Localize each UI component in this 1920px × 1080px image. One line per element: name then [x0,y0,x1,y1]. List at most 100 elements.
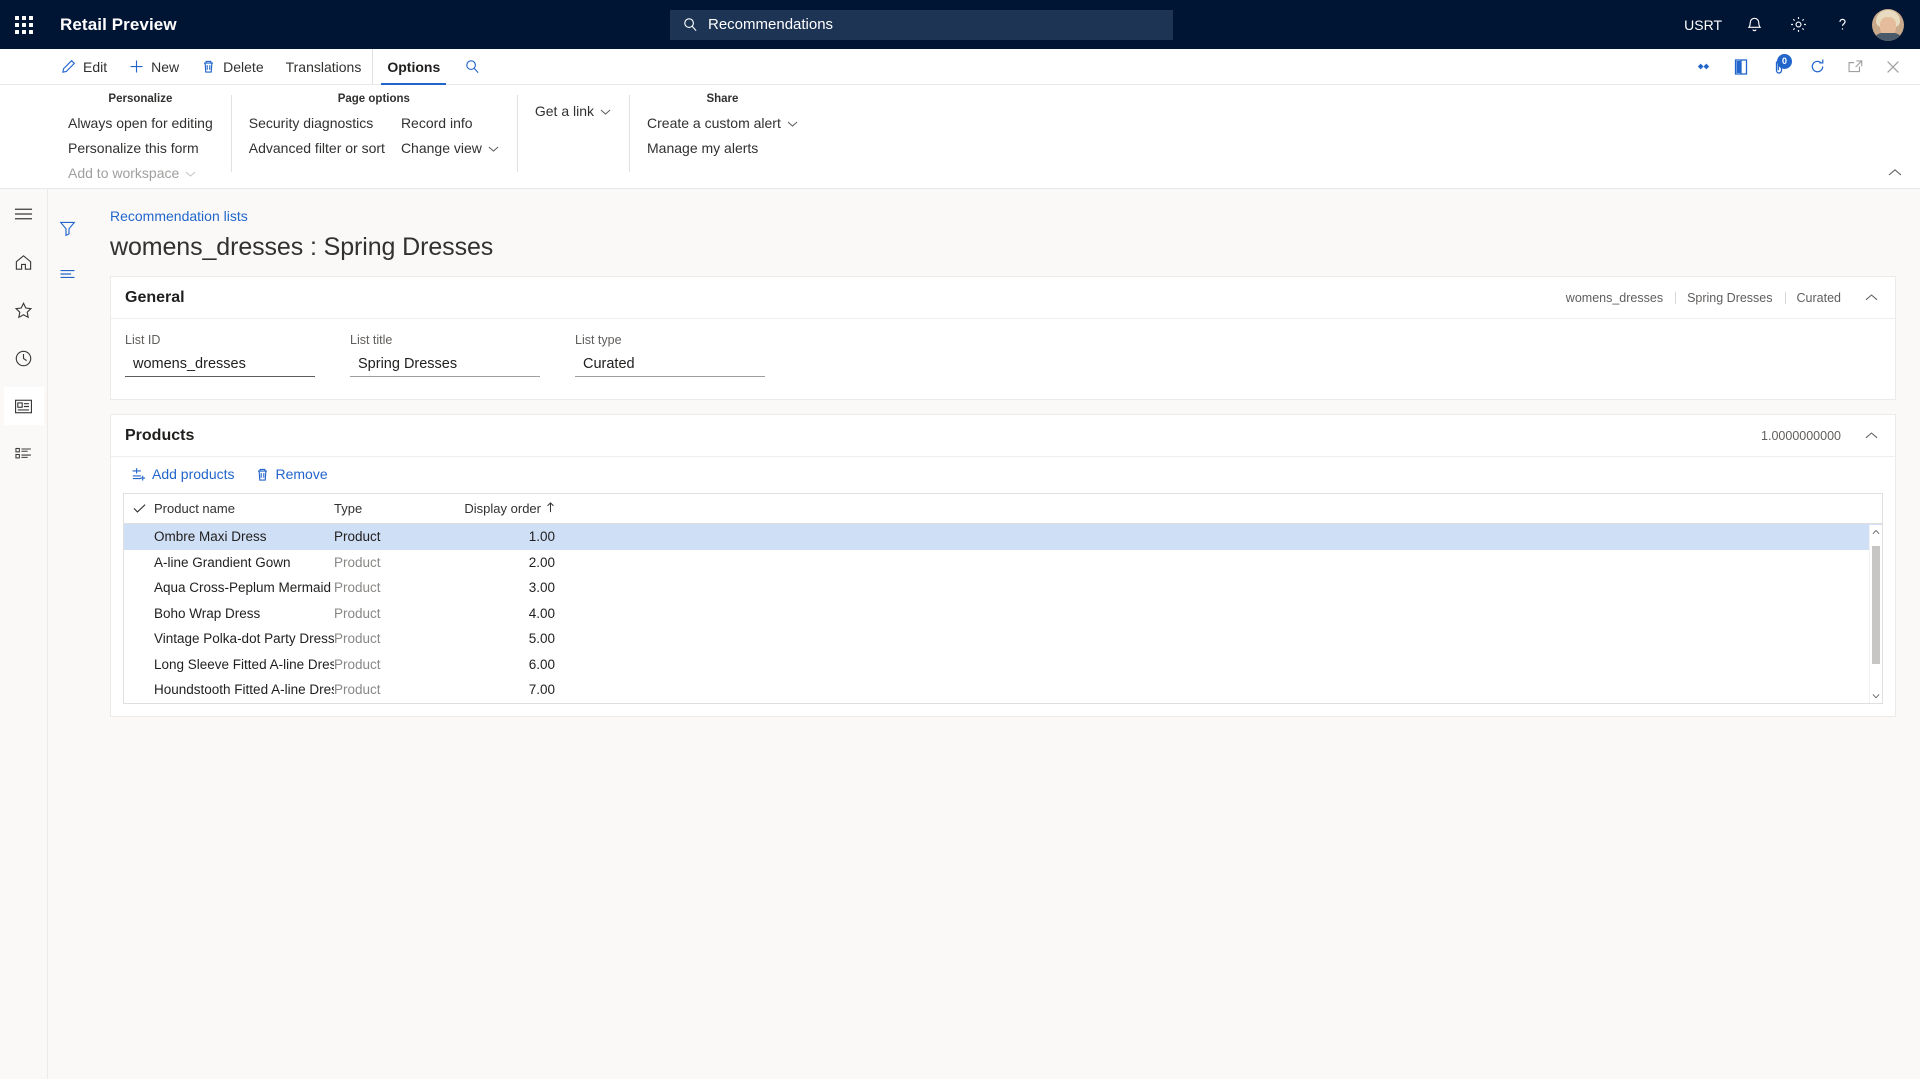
link-label: Advanced filter or sort [248,140,385,156]
attachments-icon[interactable] [1684,49,1722,85]
products-grid-toolbar: Add products Remove [111,457,1895,491]
manage-my-alerts-link[interactable]: Manage my alerts [643,138,802,159]
general-section-header: General womens_dresses Spring Dresses Cu… [111,277,1895,319]
column-header-type[interactable]: Type [334,501,464,516]
app-title: Retail Preview [60,14,177,34]
grid-vertical-scrollbar[interactable] [1869,525,1882,703]
cell-display-order: 3.00 [528,580,555,596]
table-row[interactable]: Boho Wrap Dress Product 4.00 [124,601,1882,627]
products-section-header: Products 1.0000000000 [111,415,1895,457]
cell-product-name: Vintage Polka-dot Party Dress [154,631,334,647]
list-id-label: List ID [125,333,161,347]
scroll-up-chevron-up-icon[interactable] [1870,525,1883,538]
cell-type: Product [334,656,381,672]
cell-product-name: A-line Grandient Gown [154,554,291,570]
remove-label: Remove [275,466,328,482]
favorites-star-icon[interactable] [4,291,44,329]
ribbon-group-title: Share [706,93,739,105]
list-id-input[interactable] [125,352,315,377]
delete-button[interactable]: Delete [190,49,274,85]
home-icon[interactable] [4,243,44,281]
hamburger-menu-icon[interactable] [4,195,44,233]
question-mark-icon[interactable] [1820,0,1864,49]
ribbon-collapse-chevron-up-icon[interactable] [1884,162,1906,182]
table-row[interactable]: Aqua Cross-Peplum Mermaid G... Product 3… [124,575,1882,601]
tab-options[interactable]: Options [372,48,454,85]
table-row[interactable]: Houndstooth Fitted A-line Dress Product … [124,677,1882,703]
related-info-icon[interactable] [53,263,81,285]
table-row[interactable]: Ombre Maxi Dress Product 1.00 [124,524,1882,550]
app-launcher-icon[interactable] [0,0,48,49]
general-collapse-chevron-up-icon[interactable] [1859,286,1883,310]
link-label: Get a link [534,103,595,119]
popout-window-icon[interactable] [1836,49,1874,85]
list-type-label: List type [575,333,622,347]
scrollbar-thumb[interactable] [1872,546,1880,664]
scroll-down-chevron-down-icon[interactable] [1870,690,1883,703]
column-header-display-order[interactable]: Display order [464,501,559,516]
workspaces-icon[interactable] [3,387,44,425]
notes-count-badge: 0 [1777,53,1792,69]
list-title-input[interactable] [350,352,540,377]
ribbon-group-personalize: Personalize Always open for editing Pers… [50,85,231,188]
global-search-box[interactable]: Recommendations [670,9,1173,40]
top-navigation-bar: Retail Preview Recommendations USRT [0,0,1920,49]
advanced-filter-or-sort-link[interactable]: Advanced filter or sort [245,138,389,159]
avatar[interactable] [1872,8,1904,41]
bell-icon[interactable] [1732,0,1776,49]
close-icon[interactable] [1874,49,1912,85]
modules-list-icon[interactable] [4,435,44,473]
link-label: Record info [400,115,473,131]
table-row[interactable]: Vintage Polka-dot Party Dress Product 5.… [124,626,1882,652]
toolbar-search-icon[interactable] [454,49,491,85]
general-section-heading: General [125,288,185,306]
add-products-button[interactable]: Add products [123,463,243,485]
office-app-icon[interactable] [1722,49,1760,85]
link-label: Security diagnostics [248,115,374,131]
main-content: Recommendation lists womens_dresses : Sp… [86,189,1920,1079]
remove-button[interactable]: Remove [247,463,336,485]
breadcrumb[interactable]: Recommendation lists [110,189,248,224]
translations-button[interactable]: Translations [275,49,373,85]
products-collapse-chevron-up-icon[interactable] [1859,424,1883,448]
new-button[interactable]: New [118,49,190,85]
select-all-checkmark-icon[interactable] [124,503,154,514]
cell-type: Product [334,605,381,621]
recent-clock-icon[interactable] [4,339,44,377]
get-a-link-link[interactable]: Get a link [531,101,615,122]
column-header-product-name[interactable]: Product name [154,501,334,516]
link-label: Create a custom alert [647,115,781,131]
topbar-actions: USRT [1674,0,1910,49]
record-info-link[interactable]: Record info [397,113,503,134]
change-view-link[interactable]: Change view [397,138,503,159]
company-selector[interactable]: USRT [1674,0,1732,49]
table-row[interactable]: A-line Grandient Gown Product 2.00 [124,550,1882,576]
cell-product-name: Boho Wrap Dress [154,605,261,621]
add-to-workspace-link[interactable]: Add to workspace [64,163,217,184]
delete-button-label: Delete [223,58,264,75]
scrollbar-track[interactable] [1870,538,1883,690]
always-open-for-editing-link[interactable]: Always open for editing [64,113,217,134]
notes-icon[interactable]: 0 [1760,49,1798,85]
cell-display-order: 5.00 [528,631,555,647]
edit-button[interactable]: Edit [50,49,118,85]
filter-funnel-icon[interactable] [53,217,81,239]
left-navigation-rail [0,189,48,1079]
list-id-field: List ID [125,333,345,377]
ribbon-group-title: Personalize [108,93,173,105]
ribbon-group-page-options: Page options Security diagnostics Advanc… [230,85,517,188]
list-type-input[interactable] [575,352,765,377]
refresh-icon[interactable] [1798,49,1836,85]
security-diagnostics-link[interactable]: Security diagnostics [245,113,389,134]
link-label: Manage my alerts [647,140,759,156]
gear-icon[interactable] [1776,0,1820,49]
summary-list-id: womens_dresses [1565,290,1664,305]
cell-product-name: Aqua Cross-Peplum Mermaid G... [154,580,334,596]
personalize-this-form-link[interactable]: Personalize this form [64,138,217,159]
table-row[interactable]: Long Sleeve Fitted A-line Dress Product … [124,652,1882,678]
cell-display-order: 7.00 [528,682,555,698]
page-title: womens_dresses : Spring Dresses [110,233,494,261]
cell-display-order: 6.00 [528,656,555,672]
ribbon-group-get-a-link: Get a link [516,85,629,188]
create-a-custom-alert-link[interactable]: Create a custom alert [643,113,802,134]
